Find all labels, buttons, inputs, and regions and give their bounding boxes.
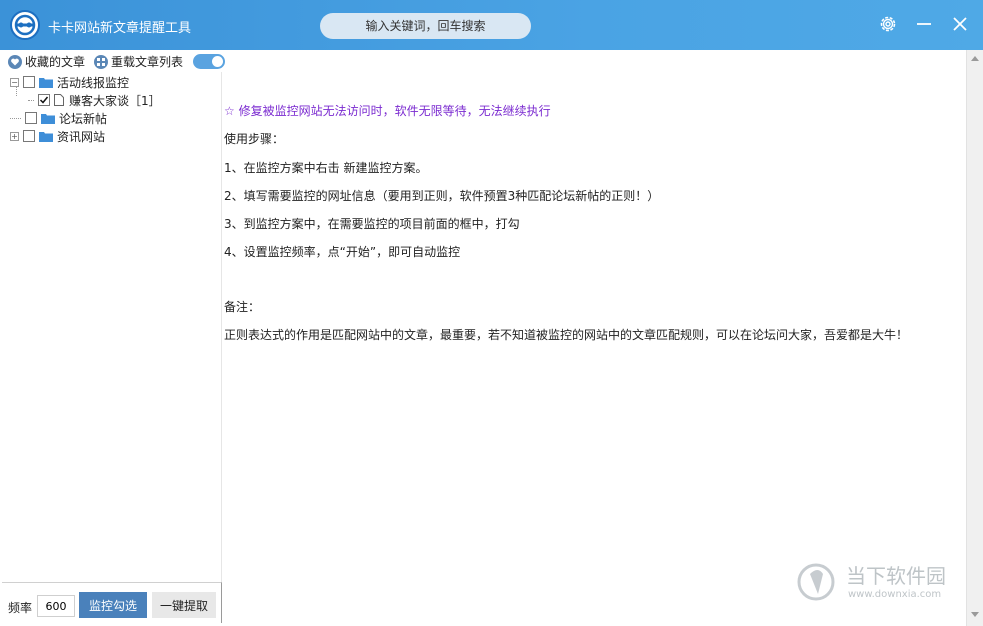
folder-icon bbox=[39, 131, 53, 142]
frequency-label: 频率 bbox=[8, 601, 33, 615]
tree-connector-dots bbox=[28, 99, 34, 101]
reload-toggle[interactable] bbox=[193, 54, 225, 69]
monitor-checked-button[interactable]: 监控勾选 bbox=[79, 592, 147, 618]
scroll-up-icon[interactable] bbox=[971, 56, 979, 61]
tree-label: 活动线报监控 bbox=[57, 75, 130, 90]
minimize-icon[interactable] bbox=[912, 12, 936, 36]
step-text: 3、到监控方案中，在需要监控的项目前面的框中，打勾 bbox=[224, 217, 520, 231]
step-text: 4、设置监控频率，点“开始”，即可自动监控 bbox=[224, 245, 461, 259]
frequency-input[interactable] bbox=[37, 595, 75, 617]
tree-checkbox[interactable] bbox=[23, 130, 35, 142]
steps-title: 使用步骤： bbox=[224, 132, 285, 146]
tree-item-forum[interactable]: 论坛新帖 bbox=[10, 110, 107, 126]
tree-label: 资讯网站 bbox=[57, 129, 106, 144]
favorites-button[interactable]: 收藏的文章 bbox=[8, 53, 85, 70]
search-input[interactable] bbox=[320, 13, 531, 39]
note-title: 备注： bbox=[224, 300, 261, 314]
tree-checkbox[interactable] bbox=[23, 76, 35, 88]
step-text: 1、在监控方案中右击 新建监控方案。 bbox=[224, 161, 428, 175]
tree-checkbox[interactable] bbox=[25, 112, 37, 124]
vertical-scrollbar[interactable] bbox=[966, 50, 983, 626]
app-logo-icon bbox=[10, 10, 40, 40]
app-title: 卡卡网站新文章提醒工具 bbox=[48, 21, 192, 36]
watermark-text: 当下软件园 bbox=[846, 564, 946, 588]
scroll-down-icon[interactable] bbox=[971, 612, 979, 617]
collapse-icon[interactable]: − bbox=[10, 77, 19, 87]
expand-icon[interactable]: + bbox=[10, 131, 19, 141]
tree-item-news[interactable]: + 资讯网站 bbox=[10, 128, 105, 144]
favorites-label: 收藏的文章 bbox=[25, 55, 86, 69]
one-click-extract-button[interactable]: 一键提取 bbox=[152, 592, 216, 618]
close-icon[interactable] bbox=[948, 12, 972, 36]
monitor-tree bbox=[0, 72, 222, 582]
settings-gear-icon[interactable] bbox=[876, 12, 900, 36]
reload-list-label: 重载文章列表 bbox=[111, 55, 184, 69]
page-icon bbox=[54, 94, 64, 106]
bottom-controls: 频率 监控勾选 一键提取 bbox=[2, 582, 222, 623]
tree-label: 论坛新帖 bbox=[59, 111, 108, 126]
watermark: 当下软件园 www.downxia.com bbox=[796, 558, 966, 608]
heart-icon bbox=[8, 54, 22, 69]
tree-checkbox-checked[interactable] bbox=[38, 94, 50, 106]
tree-item-zhuanke[interactable]: 赚客大家谈［1］ bbox=[28, 92, 161, 108]
tree-connector-dots bbox=[10, 117, 21, 119]
notice-text: ☆ 修复被监控网站无法访问时，软件无限等待，无法继续执行 bbox=[224, 104, 551, 118]
toggle-knob bbox=[212, 56, 223, 67]
watermark-logo-icon bbox=[797, 563, 835, 601]
note-text: 正则表达式的作用是匹配网站中的文章，最重要，若不知道被监控的网站中的文章匹配规则… bbox=[224, 328, 909, 342]
tree-item-activity[interactable]: − 活动线报监控 bbox=[10, 74, 129, 90]
pane-divider[interactable] bbox=[221, 72, 222, 582]
tree-label: 赚客大家谈［1］ bbox=[69, 93, 161, 108]
reload-list-button[interactable]: 重载文章列表 bbox=[94, 53, 183, 70]
folder-icon bbox=[41, 113, 55, 124]
watermark-url: www.downxia.com bbox=[848, 589, 942, 600]
folder-icon bbox=[39, 77, 53, 88]
title-bar: 卡卡网站新文章提醒工具 bbox=[0, 0, 983, 50]
reload-icon bbox=[94, 54, 108, 69]
step-text: 2、填写需要监控的网址信息（要用到正则，软件预置3种匹配论坛新帖的正则！） bbox=[224, 189, 660, 203]
left-toolbar: 收藏的文章 重载文章列表 bbox=[0, 50, 222, 72]
